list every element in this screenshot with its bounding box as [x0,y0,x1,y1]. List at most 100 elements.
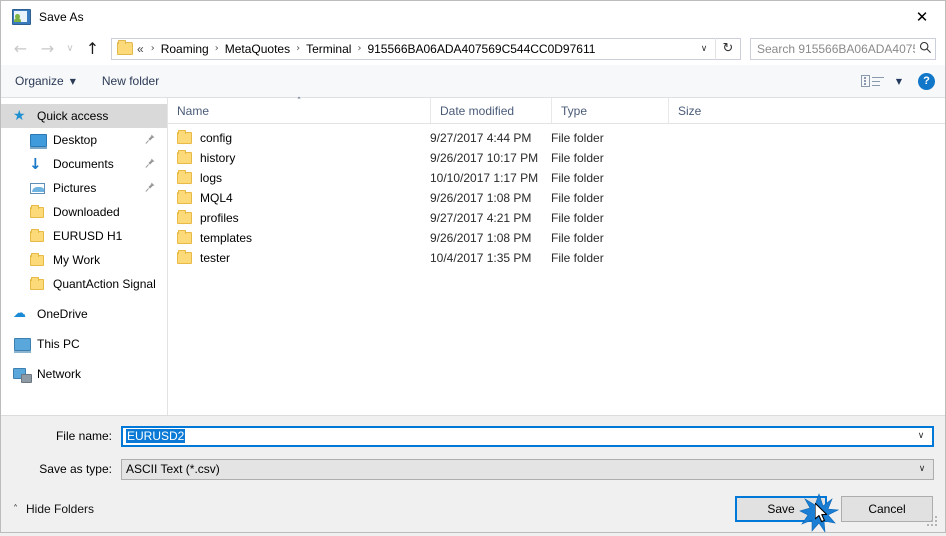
breadcrumb-separator: › [150,43,155,54]
window-title: Save As [39,9,84,24]
chevron-down-icon[interactable]: ▼ [896,77,902,86]
file-name-label: profiles [200,211,239,225]
up-button[interactable]: ↑ [79,36,106,62]
file-type-cell: File folder [551,191,604,205]
file-name-label: File name: [55,429,112,443]
folder-icon [177,150,192,164]
new-folder-button[interactable]: New folder [102,74,159,88]
back-button[interactable]: ← [7,36,34,62]
navigation-bar: ← → ∨ ↑ « › Roaming › MetaQuotes › Termi… [1,32,945,65]
sidebar-item-documents[interactable]: ↓ Documents [1,152,167,176]
table-row[interactable]: logs 10/10/2017 1:17 PM File folder [168,168,945,188]
file-type-cell: File folder [551,131,604,145]
pin-icon [145,134,155,145]
file-name-label: config [200,131,233,145]
address-bar[interactable]: « › Roaming › MetaQuotes › Terminal › 91… [111,37,741,60]
search-placeholder: Search 915566BA06ADA40756... [757,41,915,56]
table-row[interactable]: templates 9/26/2017 1:08 PM File folder [168,228,945,248]
file-rows: config 9/27/2017 4:44 PM File folder his… [168,124,945,415]
breadcrumb-item-roaming[interactable]: Roaming [160,42,210,56]
sidebar-item-network[interactable]: Network [1,362,167,386]
file-date-cell: 9/27/2017 4:21 PM [430,211,532,225]
file-name-cell: tester [168,250,430,265]
breadcrumb-item-metaquotes[interactable]: MetaQuotes [224,42,291,56]
help-icon[interactable]: ? [918,72,935,90]
file-name-cell: config [168,130,430,145]
table-row[interactable]: config 9/27/2017 4:44 PM File folder [168,128,945,148]
file-type-cell: File folder [551,171,604,185]
column-header-name[interactable]: Name ˄ [168,97,430,123]
chevron-down-icon[interactable]: ∨ [693,44,715,54]
breadcrumb-item-terminal[interactable]: Terminal [305,42,352,56]
table-row[interactable]: tester 10/4/2017 1:35 PM File folder [168,248,945,268]
file-name-value: EURUSD2 [123,429,910,443]
breadcrumb-overflow[interactable]: « [137,42,146,56]
save-as-type-select[interactable]: ASCII Text (*.csv) ∨ [121,458,934,480]
sidebar-item-desktop[interactable]: Desktop [1,128,167,152]
sidebar-item-downloaded[interactable]: Downloaded [1,200,167,224]
file-name-label: MQL4 [200,191,233,205]
sidebar-item-label: QuantAction Signal [53,277,156,291]
column-header-size[interactable]: Size [668,98,748,123]
file-name-label: history [200,151,236,165]
download-icon: ↓ [29,155,42,173]
close-icon[interactable]: ✕ [899,1,945,32]
file-type-cell: File folder [551,231,604,245]
title-bar: Save As ✕ [1,1,945,32]
file-type-cell: File folder [551,211,604,225]
sidebar-item-label: Documents [53,157,114,171]
file-date-cell: 9/27/2017 4:44 PM [430,131,532,145]
refresh-icon[interactable]: ↻ [715,37,740,60]
file-name-cell: profiles [168,210,430,225]
folder-icon [29,228,47,244]
resize-grip[interactable] [927,516,939,528]
save-as-dialog: Save As ✕ ← → ∨ ↑ « › Roaming › MetaQuot… [0,0,946,533]
file-list-pane: Name ˄ Date modified Type Size config 9/… [168,97,945,415]
button-row: ˄ Hide Folders Save Cancel [1,486,945,532]
recent-locations-button[interactable]: ∨ [61,36,79,62]
file-name-cell: history [168,150,430,165]
chevron-down-icon[interactable]: ∨ [910,431,932,441]
file-date-cell: 9/26/2017 1:08 PM [430,231,532,245]
save-button[interactable]: Save [735,496,827,522]
table-row[interactable]: history 9/26/2017 10:17 PM File folder [168,148,945,168]
file-name-label: tester [200,251,231,265]
table-row[interactable]: MQL4 9/26/2017 1:08 PM File folder [168,188,945,208]
forward-button[interactable]: → [34,36,61,62]
breadcrumb-separator: › [214,43,219,54]
sidebar-item-eurusd-h1[interactable]: EURUSD H1 [1,224,167,248]
hide-folders-button[interactable]: ˄ Hide Folders [13,502,94,516]
breadcrumb-separator: › [296,43,301,54]
breadcrumb-item-instance[interactable]: 915566BA06ADA407569C544CC0D97611 [366,42,596,56]
column-header-type[interactable]: Type [551,98,668,123]
dialog-body: ★ Quick access Desktop ↓ Documents Pictu… [1,97,945,415]
change-view-icon[interactable] [860,75,884,87]
chevron-down-icon[interactable]: ∨ [911,464,933,474]
sidebar-item-onedrive[interactable]: ☁ OneDrive [1,302,167,326]
sidebar-item-my-work[interactable]: My Work [1,248,167,272]
file-date-cell: 9/26/2017 1:08 PM [430,191,532,205]
folder-icon [29,204,47,220]
sidebar-item-label: OneDrive [37,307,88,321]
star-icon: ★ [13,108,26,124]
breadcrumb: « › Roaming › MetaQuotes › Terminal › 91… [137,42,693,56]
sidebar-item-pictures[interactable]: Pictures [1,176,167,200]
sidebar-item-this-pc[interactable]: This PC [1,332,167,356]
table-row[interactable]: profiles 9/27/2017 4:21 PM File folder [168,208,945,228]
sidebar-item-label: My Work [53,253,101,267]
folder-icon [177,250,192,264]
sidebar-item-quick-access[interactable]: ★ Quick access [1,104,167,128]
save-as-type-value: ASCII Text (*.csv) [126,462,220,476]
file-name-input[interactable]: EURUSD2 ∨ [121,425,934,447]
file-name-cell: templates [168,230,430,245]
search-input[interactable]: Search 915566BA06ADA40756... [750,37,936,60]
organize-label: Organize [15,74,64,88]
cancel-button[interactable]: Cancel [841,496,933,522]
organize-button[interactable]: Organize ▼ [15,74,76,88]
file-name-label: logs [200,171,223,185]
pin-icon [145,182,155,193]
file-date-cell: 10/4/2017 1:35 PM [430,251,532,265]
sidebar-item-quantaction-signal[interactable]: QuantAction Signal [1,272,167,296]
network-icon [13,366,32,383]
column-header-date-modified[interactable]: Date modified [430,98,551,123]
